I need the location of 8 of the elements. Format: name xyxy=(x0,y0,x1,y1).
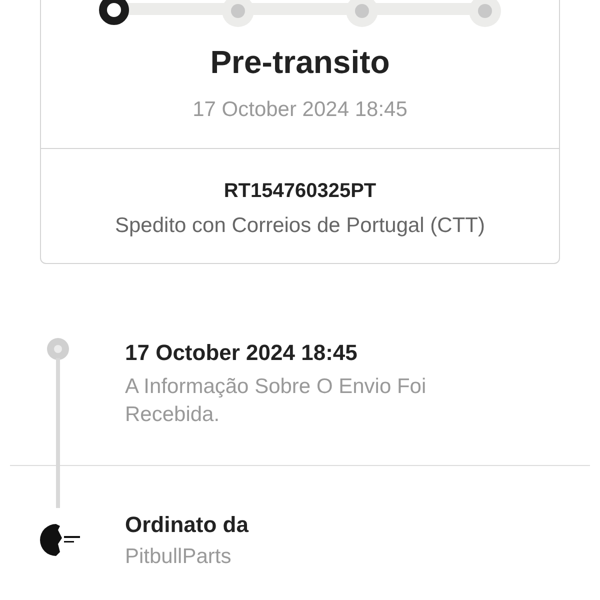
event-description: A Informação Sobre O Envio Foi Recebida. xyxy=(125,374,428,428)
event-title: Ordinato da xyxy=(125,511,248,539)
carrier-name: Spedito con Correios de Portugal (CTT) xyxy=(115,212,485,238)
tracking-number: RT154760325PT xyxy=(224,178,376,204)
status-date: 17 October 2024 18:45 xyxy=(192,97,408,123)
event-date: 17 October 2024 18:45 xyxy=(125,339,358,367)
store-name: PitbullParts xyxy=(125,544,232,570)
status-title: Pre-transito xyxy=(210,43,390,82)
